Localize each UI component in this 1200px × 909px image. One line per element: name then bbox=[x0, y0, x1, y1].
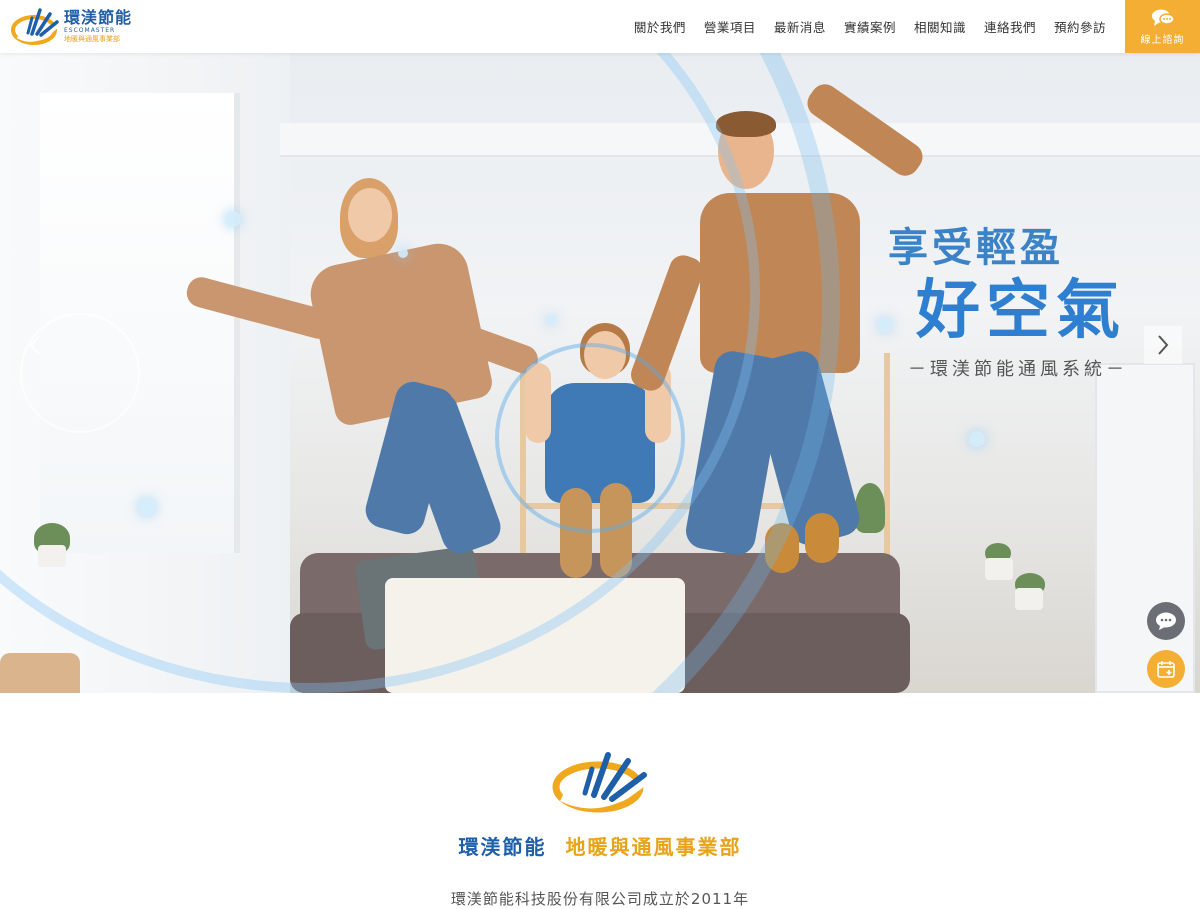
chat-icon bbox=[1156, 612, 1176, 630]
nav-about[interactable]: 關於我們 bbox=[634, 17, 686, 36]
nav-cases[interactable]: 實績案例 bbox=[844, 17, 896, 36]
plant-image bbox=[855, 483, 885, 533]
chat-bubbles-icon bbox=[1151, 9, 1175, 26]
chevron-right-icon bbox=[1158, 335, 1169, 355]
pot-image bbox=[1015, 588, 1043, 610]
chevron-left-icon bbox=[29, 335, 40, 355]
floating-chat-button[interactable] bbox=[1147, 602, 1185, 640]
carousel-next-button[interactable] bbox=[1144, 326, 1182, 364]
calendar-add-icon bbox=[1157, 661, 1175, 678]
hero-banner: 享受輕盈 好空氣 －環渼節能通風系統－ bbox=[0, 53, 1200, 693]
air-dot bbox=[546, 315, 556, 325]
logo-text: 環渼節能 ESCOMASTER 地暖與通風事業部 bbox=[64, 7, 133, 44]
main-nav: 關於我們 營業項目 最新消息 實績案例 相關知識 連絡我們 預約參訪 bbox=[616, 0, 1106, 53]
carousel-prev-button[interactable] bbox=[16, 326, 54, 364]
nav-services[interactable]: 營業項目 bbox=[704, 17, 756, 36]
nav-knowledge[interactable]: 相關知識 bbox=[914, 17, 966, 36]
online-consult-label: 線上諮詢 bbox=[1140, 34, 1185, 46]
pot-image bbox=[985, 558, 1013, 580]
logo-english: ESCOMASTER bbox=[64, 26, 116, 34]
site-logo[interactable]: 環渼節能 ESCOMASTER 地暖與通風事業部 bbox=[10, 6, 132, 46]
floating-calendar-button[interactable] bbox=[1147, 650, 1185, 688]
slogan-line-1: 享受輕盈 bbox=[888, 224, 1064, 271]
nav-contact[interactable]: 連絡我們 bbox=[984, 17, 1036, 36]
intro-title: 環渼節能 地暖與通風事業部 bbox=[0, 831, 1200, 860]
intro-logo-icon bbox=[552, 752, 650, 813]
logo-mark-icon bbox=[11, 8, 59, 45]
air-dot bbox=[398, 248, 408, 258]
site-header: 環渼節能 ESCOMASTER 地暖與通風事業部 關於我們 營業項目 最新消息 … bbox=[0, 0, 1200, 53]
hero-door bbox=[1095, 363, 1195, 693]
intro-section: 環渼節能 地暖與通風事業部 環渼節能科技股份有限公司成立於2011年 bbox=[0, 693, 1200, 908]
air-dot bbox=[225, 211, 241, 227]
intro-title-division: 地暖與通風事業部 bbox=[565, 835, 742, 859]
air-dot bbox=[969, 431, 985, 447]
intro-title-brand: 環渼節能 bbox=[458, 835, 547, 859]
air-ring bbox=[495, 343, 685, 533]
online-consult-button[interactable]: 線上諮詢 bbox=[1125, 0, 1200, 53]
slogan-line-3: －環渼節能通風系統－ bbox=[908, 359, 1128, 380]
air-dot bbox=[138, 498, 156, 516]
slogan-line-2: 好空氣 bbox=[916, 273, 1126, 348]
logo-name: 環渼節能 bbox=[64, 7, 133, 27]
logo-division: 地暖與通風事業部 bbox=[64, 34, 120, 43]
nav-visit[interactable]: 預約參訪 bbox=[1054, 17, 1106, 36]
nav-news[interactable]: 最新消息 bbox=[774, 17, 826, 36]
hero-slogan: 享受輕盈 好空氣 －環渼節能通風系統－ bbox=[880, 223, 1150, 385]
intro-description: 環渼節能科技股份有限公司成立於2011年 bbox=[450, 890, 750, 908]
